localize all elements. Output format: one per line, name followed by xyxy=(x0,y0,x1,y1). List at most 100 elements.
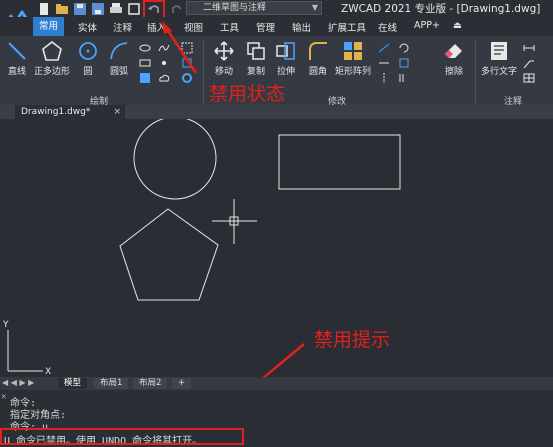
plot-preview-icon[interactable] xyxy=(127,1,141,15)
close-icon[interactable]: ✕ xyxy=(1,392,6,402)
copy-button[interactable]: 复制 xyxy=(243,40,269,77)
tab-layout2[interactable]: 布局2 xyxy=(133,378,168,389)
redo-icon[interactable] xyxy=(170,1,184,15)
tab-manage[interactable]: 管理 xyxy=(256,20,275,34)
tab-solid[interactable]: 实体 xyxy=(78,20,97,34)
erase-button[interactable]: 擦除 xyxy=(441,40,467,77)
title-bar: 二维草图与注释 ▼ ZWCAD 2021 专业版 - [Drawing1.dwg… xyxy=(0,0,553,28)
cloud-icon[interactable] xyxy=(158,72,170,84)
tab-tools[interactable]: 工具 xyxy=(220,20,239,34)
donut-icon[interactable] xyxy=(181,72,193,84)
polygon-button[interactable]: 正多边形 xyxy=(31,40,73,77)
region-icon[interactable] xyxy=(181,42,193,54)
point-icon[interactable] xyxy=(158,57,170,69)
line-button[interactable]: 直线 xyxy=(3,40,31,77)
mirror-icon[interactable] xyxy=(378,72,390,84)
tab-model[interactable]: 模型 xyxy=(58,378,88,389)
tab-annotate[interactable]: 注释 xyxy=(113,20,132,34)
move-label: 移动 xyxy=(214,67,233,77)
spline-icon[interactable] xyxy=(158,42,170,54)
document-tab[interactable]: Drawing1.dwg* × xyxy=(15,105,125,119)
mtext-label: 多行文字 xyxy=(480,67,517,77)
layout-tab-bar: ◀ ◀ ▶ ▶ 模型 布局1 布局2 + xyxy=(0,377,553,390)
ucs-icon: Y X xyxy=(2,320,51,377)
drawing-svg: Y X xyxy=(2,119,401,377)
workspace-select-value: 二维草图与注释 xyxy=(203,3,267,13)
dimension-icon[interactable] xyxy=(523,42,535,54)
copy-label: 复制 xyxy=(246,67,265,77)
trim-icon[interactable] xyxy=(378,42,390,54)
ribbon-separator xyxy=(203,40,204,104)
move-button[interactable]: 移动 xyxy=(211,40,237,77)
rectangle-icon[interactable] xyxy=(139,57,151,69)
tab-extensions[interactable]: 扩展工具 xyxy=(328,20,366,34)
stretch-icon xyxy=(276,42,295,60)
tab-home[interactable]: 常用 xyxy=(33,17,65,36)
workspace-select[interactable]: 二维草图与注释 ▼ xyxy=(186,1,322,15)
boundary-icon[interactable] xyxy=(181,57,193,69)
fillet-icon xyxy=(309,42,327,60)
hatch-icon[interactable] xyxy=(139,72,151,84)
circle-label: 圆 xyxy=(83,67,93,77)
circle-icon xyxy=(79,42,97,60)
rect-array-icon xyxy=(344,42,362,60)
annotation-disabled-state: 禁用状态 xyxy=(209,83,286,105)
copy-icon xyxy=(247,42,265,60)
app-title: ZWCAD 2021 专业版 - [Drawing1.dwg] xyxy=(341,3,541,15)
erase-label: 擦除 xyxy=(444,67,463,77)
polygon-icon xyxy=(42,40,62,61)
leader-icon[interactable] xyxy=(523,57,535,69)
disabled-message-highlight-box xyxy=(0,428,244,445)
undo-icon[interactable] xyxy=(147,1,161,15)
close-icon[interactable]: × xyxy=(113,105,121,119)
line-icon xyxy=(8,42,26,60)
crosshair-cursor xyxy=(212,199,257,244)
ellipse-icon[interactable] xyxy=(139,42,151,54)
save-as-icon[interactable] xyxy=(91,1,105,15)
eject-icon[interactable]: ⏏ xyxy=(453,20,462,31)
save-icon[interactable] xyxy=(73,1,87,15)
ribbon-separator xyxy=(475,40,476,104)
open-folder-icon[interactable] xyxy=(55,1,69,15)
line-label: 直线 xyxy=(7,67,26,77)
chevron-down-icon: ▼ xyxy=(311,3,318,12)
rotate-icon[interactable] xyxy=(398,42,410,54)
fillet-button[interactable]: 圆角 xyxy=(305,40,331,77)
move-icon xyxy=(214,41,234,61)
offset-icon[interactable] xyxy=(398,72,410,84)
stretch-button[interactable]: 拉伸 xyxy=(273,40,299,77)
rect-array-button[interactable]: 矩形阵列 xyxy=(333,40,373,77)
fillet-label: 圆角 xyxy=(308,67,327,77)
layout-nav-arrows[interactable]: ◀ ◀ ▶ ▶ xyxy=(2,378,34,387)
arc-button[interactable]: 圆弧 xyxy=(104,40,134,77)
ribbon-tab-bar: 常用 实体 注释 插入 视图 工具 管理 输出 扩展工具 在线 APP+ ⏏ xyxy=(0,17,553,36)
circle-entity[interactable] xyxy=(133,119,217,200)
tab-online[interactable]: 在线 xyxy=(378,20,397,34)
extend-icon[interactable] xyxy=(378,57,390,69)
circle-button[interactable]: 圆 xyxy=(76,40,100,77)
drawing-canvas[interactable]: Y X xyxy=(0,119,553,377)
x-axis-label: X xyxy=(45,367,51,377)
tab-app-plus[interactable]: APP+ xyxy=(414,20,440,31)
polygon-label: 正多边形 xyxy=(33,67,70,77)
scale-icon[interactable] xyxy=(398,57,410,69)
eraser-icon xyxy=(445,44,462,58)
y-axis-label: Y xyxy=(2,320,9,330)
mtext-button[interactable]: 多行文字 xyxy=(480,40,518,77)
tab-layout1[interactable]: 布局1 xyxy=(94,378,129,389)
mtext-icon xyxy=(491,42,507,60)
tab-view[interactable]: 视图 xyxy=(184,20,203,34)
document-tab-name: Drawing1.dwg* xyxy=(21,107,91,117)
tab-output[interactable]: 输出 xyxy=(292,20,311,34)
document-tab-bar: Drawing1.dwg* × xyxy=(0,105,553,119)
table-icon[interactable] xyxy=(523,72,535,84)
add-layout-button[interactable]: + xyxy=(172,378,192,389)
tab-insert[interactable]: 插入 xyxy=(147,20,166,34)
stretch-label: 拉伸 xyxy=(276,67,295,77)
new-file-icon[interactable] xyxy=(37,1,51,15)
print-icon[interactable] xyxy=(109,1,123,15)
annotation-arrow-hint xyxy=(262,343,305,377)
arc-icon xyxy=(110,42,128,60)
pentagon-entity[interactable] xyxy=(119,208,219,301)
rectangle-entity[interactable] xyxy=(278,134,401,190)
